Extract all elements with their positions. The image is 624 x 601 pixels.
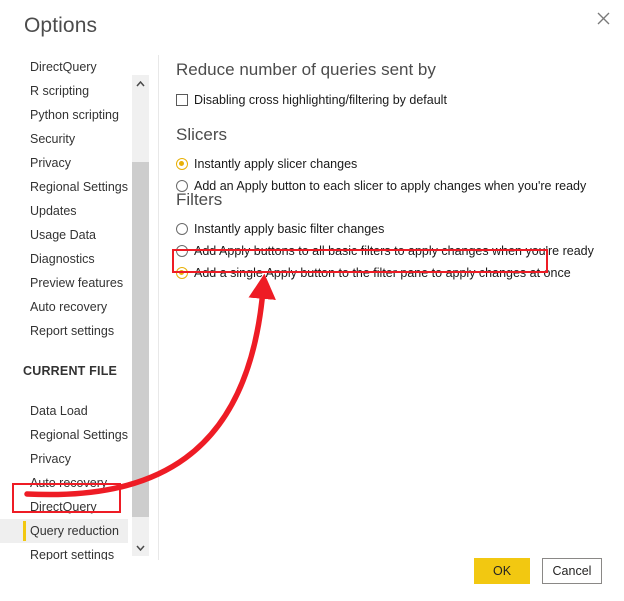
- options-dialog: Options DirectQuery R scripting Python s…: [0, 0, 624, 601]
- options-sidebar: DirectQuery R scripting Python scripting…: [0, 55, 128, 560]
- sidebar-item-usage-data[interactable]: Usage Data: [0, 223, 128, 247]
- sidebar-group-spacer: [0, 343, 128, 359]
- radio-icon-selected[interactable]: [176, 158, 188, 170]
- sidebar-item-label: Privacy: [30, 156, 71, 170]
- checkbox-label: Disabling cross highlighting/filtering b…: [194, 93, 447, 107]
- sidebar-item-security[interactable]: Security: [0, 127, 128, 151]
- sidebar-item-updates[interactable]: Updates: [0, 199, 128, 223]
- sidebar-item-label: Regional Settings: [30, 180, 128, 194]
- sidebar-item-label: Updates: [30, 204, 77, 218]
- radio-label: Add a single Apply button to the filter …: [194, 266, 571, 280]
- sidebar-item-query-reduction[interactable]: Query reduction: [0, 519, 128, 543]
- chevron-up-icon-glyph: [136, 80, 145, 86]
- checkbox-icon[interactable]: [176, 94, 188, 106]
- radio-filter-instant-apply[interactable]: Instantly apply basic filter changes: [176, 221, 384, 239]
- sidebar-item-label: Auto recovery: [30, 300, 108, 314]
- sidebar-scrollbar[interactable]: [132, 75, 149, 556]
- sidebar-item-label: R scripting: [30, 84, 90, 98]
- sidebar-item-privacy[interactable]: Privacy: [0, 151, 128, 175]
- sidebar-group-spacer-2: [0, 383, 128, 399]
- sidebar-item-label: DirectQuery: [30, 60, 97, 74]
- sidebar-item-label: Privacy: [30, 452, 71, 466]
- radio-label: Add an Apply button to each slicer to ap…: [194, 179, 587, 193]
- sidebar-item-label: Security: [30, 132, 76, 146]
- sidebar-item-label: Query reduction: [30, 524, 119, 538]
- sidebar-group-header-current-file: CURRENT FILE: [23, 364, 118, 378]
- sidebar-item-regional-settings-current[interactable]: Regional Settings: [0, 423, 128, 447]
- sidebar-item-regional-settings[interactable]: Regional Settings: [0, 175, 128, 199]
- sidebar-item-label: Data Load: [30, 404, 88, 418]
- sidebar-item-report-settings[interactable]: Report settings: [0, 319, 128, 343]
- panel-divider: [158, 55, 159, 560]
- section-heading-slicers: Slicers: [176, 125, 228, 144]
- chevron-up-icon[interactable]: [132, 75, 149, 92]
- sidebar-item-label: Python scripting: [30, 108, 119, 122]
- sidebar-item-privacy-current[interactable]: Privacy: [0, 447, 128, 471]
- close-icon-glyph: [597, 12, 609, 24]
- radio-slicer-instant-apply[interactable]: Instantly apply slicer changes: [176, 156, 357, 174]
- section-heading-reduce-queries: Reduce number of queries sent by: [176, 60, 436, 79]
- radio-filter-single-apply-button[interactable]: Add a single Apply button to the filter …: [176, 265, 571, 283]
- ok-button[interactable]: OK: [474, 558, 530, 584]
- sidebar-item-label: Preview features: [30, 276, 124, 290]
- sidebar-item-label: DirectQuery: [30, 500, 97, 514]
- radio-icon[interactable]: [176, 223, 188, 235]
- sidebar-item-label: Diagnostics: [30, 252, 95, 266]
- sidebar-item-directquery[interactable]: DirectQuery: [0, 55, 128, 79]
- sidebar-item-diagnostics[interactable]: Diagnostics: [0, 247, 128, 271]
- radio-label: Instantly apply basic filter changes: [194, 222, 385, 236]
- sidebar-item-label: Auto recovery: [30, 476, 108, 490]
- page-title: Options: [24, 14, 98, 37]
- sidebar-item-label: Usage Data: [30, 228, 97, 242]
- close-icon[interactable]: [588, 4, 618, 32]
- checkbox-disable-cross-highlighting[interactable]: Disabling cross highlighting/filtering b…: [176, 92, 447, 110]
- sidebar-item-python-scripting[interactable]: Python scripting: [0, 103, 128, 127]
- sidebar-item-preview-features[interactable]: Preview features: [0, 271, 128, 295]
- dialog-footer: OK Cancel: [0, 555, 624, 601]
- scrollbar-thumb[interactable]: [132, 162, 149, 517]
- sidebar-item-auto-recovery-current[interactable]: Auto recovery: [0, 471, 128, 495]
- chevron-down-icon-glyph: [136, 545, 145, 551]
- radio-label: Instantly apply slicer changes: [194, 157, 358, 171]
- sidebar-item-label: Regional Settings: [30, 428, 128, 442]
- section-heading-filters: Filters: [176, 190, 223, 209]
- sidebar-item-auto-recovery[interactable]: Auto recovery: [0, 295, 128, 319]
- dialog-title-bar: Options: [0, 0, 624, 48]
- radio-icon[interactable]: [176, 245, 188, 257]
- sidebar-item-r-scripting[interactable]: R scripting: [0, 79, 128, 103]
- radio-label: Add Apply buttons to all basic filters t…: [194, 244, 594, 258]
- radio-slicer-apply-button[interactable]: Add an Apply button to each slicer to ap…: [176, 178, 586, 196]
- radio-filter-all-apply-buttons[interactable]: Add Apply buttons to all basic filters t…: [176, 243, 594, 261]
- sidebar-item-data-load[interactable]: Data Load: [0, 399, 128, 423]
- cancel-button[interactable]: Cancel: [542, 558, 602, 584]
- chevron-down-icon[interactable]: [132, 539, 149, 556]
- radio-icon-selected[interactable]: [176, 267, 188, 279]
- sidebar-item-directquery-current[interactable]: DirectQuery: [0, 495, 128, 519]
- sidebar-item-label: Report settings: [30, 324, 115, 338]
